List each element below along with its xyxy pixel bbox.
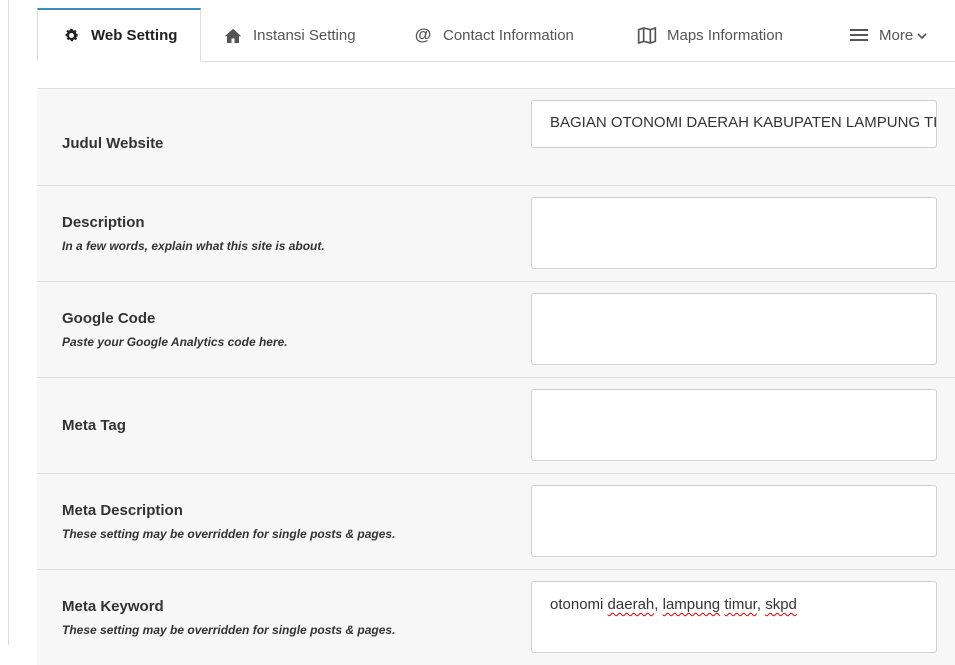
keyword-text: daerah bbox=[607, 596, 655, 613]
tab-label: More bbox=[879, 26, 914, 44]
gear-icon bbox=[61, 26, 81, 46]
field-label: Description bbox=[62, 214, 145, 231]
keyword-text: , bbox=[756, 596, 766, 613]
menu-icon bbox=[849, 25, 869, 45]
meta-description-textarea[interactable] bbox=[531, 485, 937, 557]
field-label: Meta Description bbox=[62, 502, 183, 519]
left-border bbox=[8, 0, 9, 645]
field-hint: These setting may be overridden for sing… bbox=[62, 527, 396, 541]
keyword-text: , bbox=[654, 596, 663, 613]
judul-website-input[interactable]: BAGIAN OTONOMI DAERAH KABUPATEN LAMPUNG … bbox=[531, 100, 937, 148]
keyword-text: skpd bbox=[765, 596, 797, 613]
form-row-description: Description In a few words, explain what… bbox=[37, 185, 955, 281]
tab-contact-information[interactable]: @ Contact Information bbox=[413, 8, 613, 62]
keyword-text: timur bbox=[724, 596, 757, 613]
form-row-judul-website: Judul Website BAGIAN OTONOMI DAERAH KABU… bbox=[37, 88, 955, 185]
tab-label: Contact Information bbox=[443, 26, 574, 44]
at-icon: @ bbox=[414, 25, 432, 44]
field-hint: These setting may be overridden for sing… bbox=[62, 623, 396, 637]
meta-keyword-textarea[interactable]: otonomi daerah, lampung timur, skpd bbox=[531, 581, 937, 653]
field-label: Meta Tag bbox=[62, 417, 126, 434]
tab-web-setting[interactable]: Web Setting bbox=[37, 8, 201, 62]
form-row-meta-tag: Meta Tag bbox=[37, 377, 955, 473]
chevron-down-icon bbox=[917, 27, 927, 44]
field-hint: In a few words, explain what this site i… bbox=[62, 239, 325, 253]
google-code-textarea[interactable] bbox=[531, 293, 937, 365]
meta-tag-textarea[interactable] bbox=[531, 389, 937, 461]
tab-more[interactable]: More bbox=[849, 8, 955, 62]
tab-label: Web Setting bbox=[91, 27, 178, 44]
form-row-meta-keyword: Meta Keyword These setting may be overri… bbox=[37, 569, 955, 665]
field-label: Meta Keyword bbox=[62, 598, 164, 615]
map-icon bbox=[637, 25, 657, 45]
field-label: Google Code bbox=[62, 310, 156, 327]
web-setting-form: Judul Website BAGIAN OTONOMI DAERAH KABU… bbox=[37, 88, 955, 665]
form-row-meta-description: Meta Description These setting may be ov… bbox=[37, 473, 955, 569]
settings-tabs: Web Setting Instansi Setting @ Contact I… bbox=[37, 0, 955, 62]
tab-label: Instansi Setting bbox=[253, 26, 356, 44]
tab-maps-information[interactable]: Maps Information bbox=[637, 8, 817, 62]
keyword-text: lampung bbox=[662, 596, 721, 613]
tab-label: Maps Information bbox=[667, 26, 783, 44]
field-label: Judul Website bbox=[62, 134, 164, 152]
tab-instansi-setting[interactable]: Instansi Setting bbox=[223, 8, 383, 62]
description-textarea[interactable] bbox=[531, 197, 937, 269]
field-hint: Paste your Google Analytics code here. bbox=[62, 335, 288, 349]
home-icon bbox=[223, 25, 243, 45]
form-row-google-code: Google Code Paste your Google Analytics … bbox=[37, 281, 955, 377]
keyword-text: otonomi bbox=[550, 596, 608, 613]
